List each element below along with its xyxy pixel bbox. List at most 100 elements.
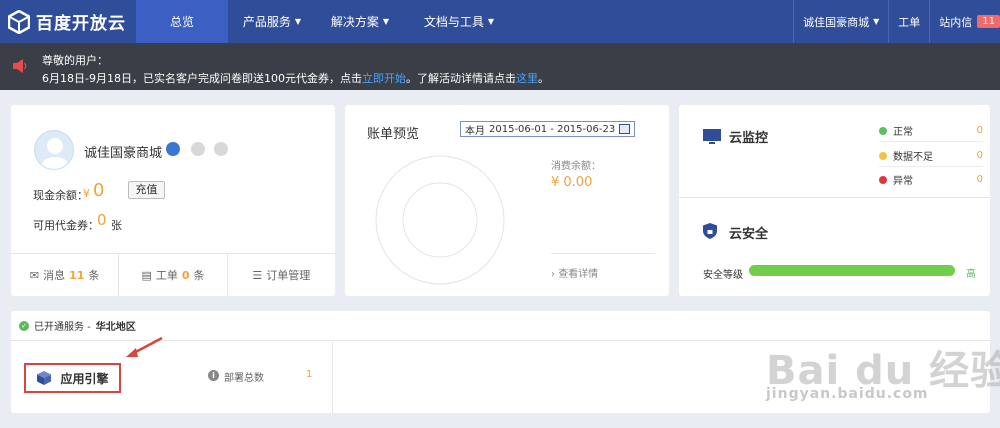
stat-value: 0 [976,174,983,185]
stat-insufficient[interactable]: 数据不足 0 [879,148,983,163]
brand-name: 百度开放云 [36,14,126,34]
tickets-count: 0 [181,268,190,282]
divider [879,166,983,167]
status-dot [879,151,887,160]
top-nav: 百度开放云 总览 产品服务 ▼ 解决方案 ▼ 文档与工具 ▼ 诚佳国豪商城 ▼ 工单 站… [0,0,1000,43]
balance-value: ¥ 0.00 [551,175,593,190]
watermark-sub: jingyan.baidu.com [766,386,929,402]
currency-symbol: ¥ [83,187,90,200]
deploy-total-value: 1 [306,369,313,380]
logo-icon [8,9,30,34]
speaker-icon [13,59,27,73]
security-level-label: 安全等级 [703,270,743,281]
date-range-picker[interactable]: 本月 2015-06-01 - 2015-06-23 [460,121,636,137]
bill-card: 账单预览 本月 2015-06-01 - 2015-06-23 消费余额： ¥ … [345,105,669,296]
list-icon: ☰ [252,268,263,282]
service-tile[interactable]: 应用引擎 i 部署总数 1 [11,342,333,413]
verified-icon[interactable] [166,142,180,156]
tickets-label: 工单 [155,269,178,282]
stat-abnormal[interactable]: 异常 0 [879,172,983,187]
monitor-title: 云监控 [729,131,769,146]
nav-docs-tools[interactable]: 文档与工具 ▼ [404,0,514,43]
nav-label: 产品服务 [242,15,291,29]
notice-message: 6月18日-9月18日，已实名客户完成问卷即送100元代金券，点击立即开始。了解… [42,70,549,86]
service-name: 应用引擎 [60,371,109,386]
chevron-down-icon: ▼ [382,17,390,26]
nav-solutions[interactable]: 解决方案 ▼ [316,0,404,43]
divider [879,141,983,142]
bill-title: 账单预览 [367,127,420,142]
messages-link[interactable]: ✉ 消息 11 条 [11,254,120,296]
deploy-total-label: 部署总数 [224,373,264,384]
nav-ticket[interactable]: 工单 [888,0,929,43]
stat-normal[interactable]: 正常 0 [879,123,983,138]
stat-value: 0 [976,150,983,161]
notice-text: 。了解活动详情请点击 [405,72,516,85]
phone-icon[interactable] [191,142,205,156]
profile-card: 诚佳国豪商城 现金余额： ¥ 0 充值 可用代金券： 0 张 ✉ 消息 11 条… [11,105,335,296]
inbox-label: 站内信 [939,15,973,29]
username: 诚佳国豪商城 [84,146,163,161]
cash-balance-label: 现金余额： [33,189,88,202]
orders-link[interactable]: ☰ 订单管理 [228,254,335,296]
notice-greeting: 尊敬的用户： [42,54,108,67]
stat-value: 0 [976,125,983,136]
email-icon[interactable] [214,142,228,156]
period-label: 本月 [465,125,485,137]
region-label: 华北地区 [95,322,136,333]
stat-label: 数据不足 [893,152,933,163]
voucher-label: 可用代金券： [33,219,99,232]
chevron-down-icon: ▼ [873,17,880,26]
app-engine-highlight[interactable]: 应用引擎 [24,363,121,393]
avatar[interactable] [34,130,74,170]
nav-label: 文档与工具 [423,15,484,29]
user-icon [40,138,70,169]
monitor-security-card: 云监控 正常 0 数据不足 0 异常 0 云安全 安全等级 高 [679,105,990,296]
watermark: Bai du 经验 jingyan.baidu.com [752,318,1000,413]
status-dot [879,126,887,135]
chevron-down-icon: ▼ [294,17,302,26]
calendar-icon [619,124,631,134]
stat-label: 正常 [893,127,913,138]
voucher-value: 0 [97,211,107,229]
details-link[interactable]: 这里 [516,72,538,85]
view-details-link[interactable]: › 查看详情 [551,265,598,280]
account-menu[interactable]: 诚佳国豪商城 ▼ [793,0,888,43]
ticket-label: 工单 [898,15,921,29]
status-dot [879,175,887,184]
balance-label: 消费余额： [551,161,601,172]
security-level-value: 高 [966,269,976,280]
logo[interactable]: 百度开放云 [0,0,136,43]
nav-products[interactable]: 产品服务 ▼ [228,0,316,43]
info-icon: i [208,370,219,381]
shield-icon [703,223,717,239]
messages-unit: 条 [88,269,100,282]
notice-bar: 尊敬的用户： 6月18日-9月18日，已实名客户完成问卷即送100元代金券，点击… [0,43,1000,90]
messages-label: 消息 [43,269,66,282]
monitor-icon [703,129,721,144]
nav-label: 解决方案 [330,15,379,29]
notice-text: 6月18日-9月18日，已实名客户完成问卷即送100元代金券，点击 [42,72,362,85]
inbox-count-badge: 11 [977,15,1000,28]
app-engine-icon [37,371,52,385]
annotation-arrow [126,336,163,357]
orders-label: 订单管理 [266,269,311,282]
tickets-link[interactable]: ▤ 工单 0 条 [119,254,228,296]
notice-text: 。 [537,72,549,85]
profile-footer: ✉ 消息 11 条 ▤ 工单 0 条 ☰ 订单管理 [11,253,335,296]
view-details-label: 查看详情 [558,269,599,280]
start-now-link[interactable]: 立即开始 [362,72,406,85]
chevron-right-icon: › [551,269,555,280]
check-icon: ✓ [19,320,29,331]
ticket-icon: ▤ [141,268,152,282]
nav-overview[interactable]: 总览 [136,0,228,43]
voucher-unit: 张 [111,219,122,232]
divider [551,253,655,254]
period-value: 2015-06-01 - 2015-06-23 [489,123,616,135]
nav-inbox[interactable]: 站内信 11 [929,0,1000,43]
tickets-unit: 条 [193,269,205,282]
stat-label: 异常 [893,176,913,187]
divider [679,197,990,198]
recharge-button[interactable]: 充值 [128,181,165,199]
security-level-bar [749,265,955,276]
